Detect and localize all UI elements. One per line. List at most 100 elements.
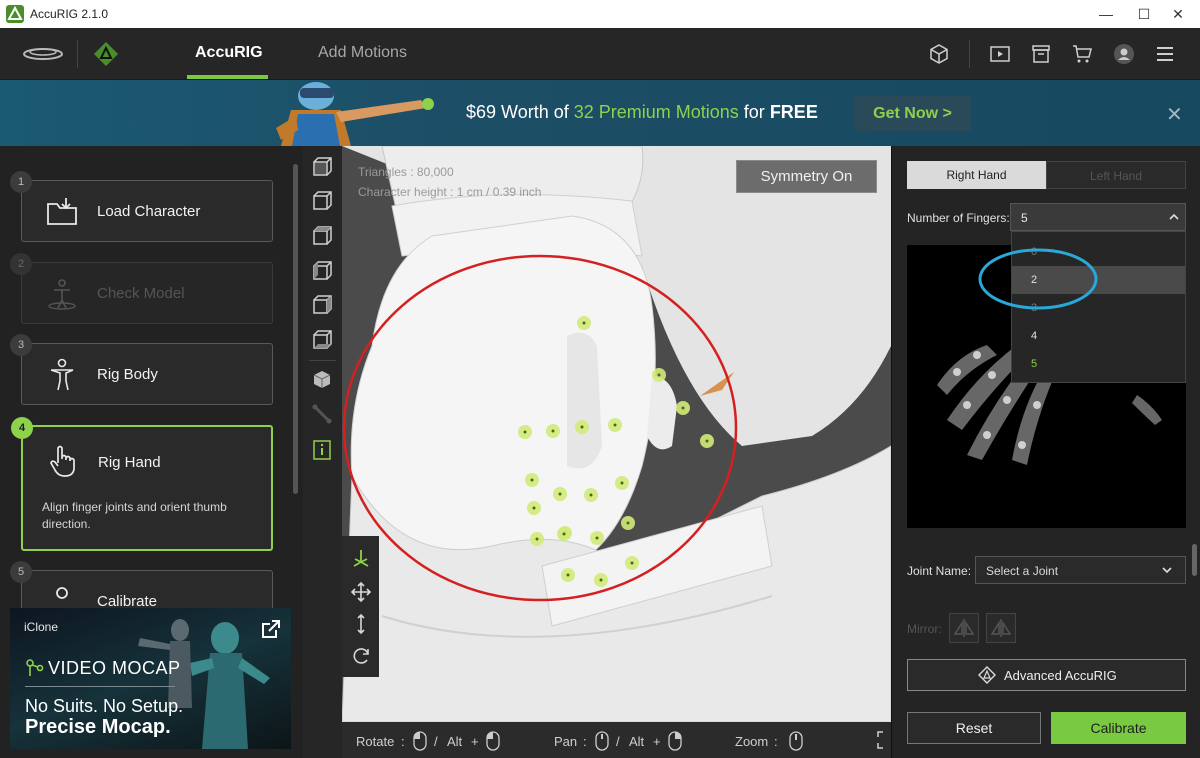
joint-marker-dot xyxy=(626,521,630,525)
info-icon[interactable] xyxy=(311,439,333,461)
ad-line-2: Precise Mocap. xyxy=(25,716,171,738)
finger-option-4[interactable]: 4 xyxy=(1012,322,1185,350)
rotate-icon[interactable] xyxy=(350,645,372,667)
joint-marker-dot xyxy=(530,478,534,482)
step-load-character[interactable]: 1 Load Character xyxy=(10,171,273,242)
shaded-cube-icon[interactable] xyxy=(311,368,333,390)
joint-marker-dot xyxy=(566,573,570,577)
menu-icon[interactable] xyxy=(1153,42,1177,66)
tab-left-hand[interactable]: Left Hand xyxy=(1046,161,1186,189)
reallusion-logo-icon xyxy=(22,46,64,62)
view-left-icon[interactable] xyxy=(311,260,333,282)
fingers-dropdown[interactable]: 5 xyxy=(1010,203,1186,231)
joint-marker-dot xyxy=(681,406,685,410)
get-now-button[interactable]: Get Now > xyxy=(854,96,971,131)
joint-marker-dot xyxy=(657,373,661,377)
vertical-move-icon[interactable] xyxy=(350,613,372,635)
fullscreen-icon[interactable] xyxy=(877,731,889,749)
advanced-label: Advanced AccuRIG xyxy=(1004,668,1117,683)
middle-mouse-icon xyxy=(595,731,609,751)
view-toolbar xyxy=(303,146,342,758)
mirror-right-icon xyxy=(986,613,1016,643)
view-right-icon[interactable] xyxy=(311,294,333,316)
mocap-icon xyxy=(25,658,45,678)
joint-marker-dot xyxy=(620,481,624,485)
check-model-icon xyxy=(44,276,80,312)
step-rig-hand[interactable]: 4 Rig Hand Align finger joints and orien… xyxy=(11,417,273,551)
iclone-ad[interactable]: iClone VIDEO MOCAP No Suits. No Setup. P… xyxy=(10,608,291,749)
joint-name-label: Joint Name: xyxy=(907,564,972,578)
finger-option-5[interactable]: 5 xyxy=(1012,350,1185,378)
tab-right-hand[interactable]: Right Hand xyxy=(907,161,1046,189)
promo-text: $69 Worth of 32 Premium Motions for FREE xyxy=(466,102,818,122)
app-header: AccuRIG Add Motions xyxy=(0,28,1200,80)
hand-model-render xyxy=(342,146,891,723)
step-number: 1 xyxy=(10,171,32,193)
joint-placeholder: Select a Joint xyxy=(986,564,1059,578)
3d-viewport[interactable]: Triangles : 80,000 Character height : 1 … xyxy=(342,146,891,758)
scroll-wheel-icon xyxy=(789,731,803,751)
advanced-accurig-button[interactable]: Advanced AccuRIG xyxy=(907,659,1186,691)
hover-ring-annotation xyxy=(978,248,1098,310)
joint-marker-dot xyxy=(589,493,593,497)
view-front-icon[interactable] xyxy=(311,156,333,178)
steps-scrollbar[interactable] xyxy=(293,164,298,494)
minimize-button[interactable]: — xyxy=(1096,4,1116,24)
symmetry-toggle-button[interactable]: Symmetry On xyxy=(736,160,877,193)
promo-character-image xyxy=(236,80,446,146)
view-back-icon[interactable] xyxy=(311,190,333,212)
joint-marker-dot xyxy=(558,492,562,496)
window-title: AccuRIG 2.1.0 xyxy=(30,7,109,21)
maximize-button[interactable]: ☐ xyxy=(1134,4,1154,24)
window-titlebar: AccuRIG 2.1.0 — ☐ ✕ xyxy=(0,0,1200,28)
gizmo-select-icon[interactable] xyxy=(350,548,372,570)
cart-icon[interactable] xyxy=(1070,42,1094,66)
close-banner-icon[interactable]: ✕ xyxy=(1166,102,1183,127)
hand-icon xyxy=(45,443,81,479)
chevron-down-icon xyxy=(1162,567,1172,574)
step-number: 5 xyxy=(10,561,32,583)
hand-settings-panel: Right Hand Left Hand Number of Fingers: … xyxy=(891,146,1200,758)
joint-marker-dot xyxy=(599,578,603,582)
close-window-button[interactable]: ✕ xyxy=(1168,4,1188,24)
cube-icon[interactable] xyxy=(927,42,951,66)
joint-name-dropdown[interactable]: Select a Joint xyxy=(975,556,1186,584)
ad-brand: iClone xyxy=(24,620,59,634)
joint-marker-dot xyxy=(595,536,599,540)
step-check-model: 2 Check Model xyxy=(10,253,273,324)
accurig-logo-icon xyxy=(93,41,119,67)
stats-triangles: Triangles : 80,000 xyxy=(358,165,454,179)
steps-panel: 1 Load Character 2 Check Model 3 Rig Bod… xyxy=(0,146,303,758)
archive-icon[interactable] xyxy=(1029,42,1053,66)
step-number: 4 xyxy=(11,417,33,439)
tab-accurig-indicator xyxy=(187,75,268,79)
view-bottom-icon[interactable] xyxy=(311,329,333,351)
stats-height: Character height : 1 cm / 0.39 inch xyxy=(358,185,542,199)
play-icon[interactable] xyxy=(988,42,1012,66)
hint-zoom: Zoom xyxy=(735,734,769,749)
joint-marker-dot xyxy=(580,425,584,429)
reset-button[interactable]: Reset xyxy=(907,712,1041,744)
joint-marker-dot xyxy=(532,506,536,510)
step-label: Check Model xyxy=(97,285,185,302)
fingers-selected-value: 5 xyxy=(1021,211,1028,225)
bone-icon xyxy=(311,403,333,425)
joint-marker-dot xyxy=(562,532,566,536)
ad-headline: VIDEO MOCAP xyxy=(48,658,181,678)
step-rig-body[interactable]: 3 Rig Body xyxy=(10,334,273,405)
user-icon[interactable] xyxy=(1112,42,1136,66)
gizmo-toolbar xyxy=(342,536,379,677)
calibrate-button[interactable]: Calibrate xyxy=(1051,712,1186,744)
header-divider xyxy=(77,40,78,68)
hint-pan: Pan xyxy=(554,734,578,749)
view-top-icon[interactable] xyxy=(311,225,333,247)
joint-marker-dot xyxy=(551,429,555,433)
external-link-icon[interactable] xyxy=(260,618,282,640)
joint-marker-dot xyxy=(535,537,539,541)
right-panel-scrollbar[interactable] xyxy=(1192,544,1197,576)
tab-accurig[interactable]: AccuRIG xyxy=(195,44,263,62)
joint-marker-dot xyxy=(613,423,617,427)
right-mouse-icon xyxy=(668,731,682,751)
move-icon[interactable] xyxy=(350,581,372,603)
tab-add-motions[interactable]: Add Motions xyxy=(318,44,407,62)
